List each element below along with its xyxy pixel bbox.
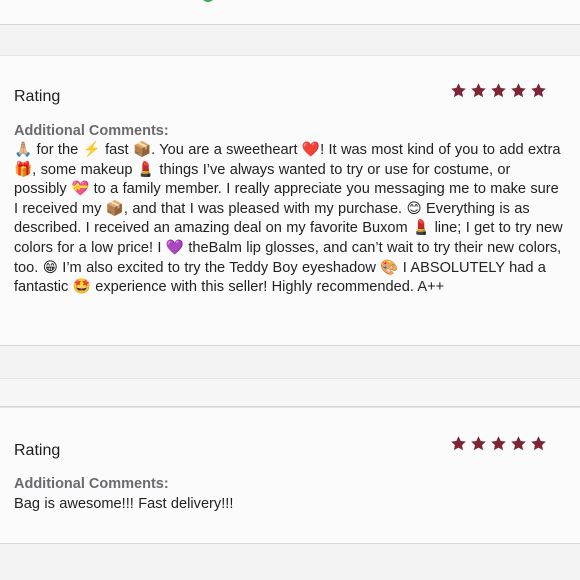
star-icon (510, 82, 527, 99)
star-icon (450, 82, 467, 99)
star-icon (450, 435, 467, 452)
comments-label: Additional Comments: (14, 123, 169, 139)
star-rating (450, 82, 547, 99)
star-icon (530, 82, 547, 99)
star-icon (490, 82, 507, 99)
review-card: Rating Additional Comments: 🙏🏼 for the ⚡… (0, 55, 580, 346)
comment-text: 🙏🏼 for the ⚡️ fast 📦. You are a sweethea… (14, 142, 563, 296)
rating-label: Rating (14, 442, 61, 459)
star-icon (530, 435, 547, 452)
star-icon (470, 82, 487, 99)
star-icon (490, 435, 507, 452)
comment-text: Bag is awesome!!! Fast delivery!!! (14, 496, 234, 512)
star-rating (450, 435, 547, 452)
status-dot-icon (201, 0, 215, 2)
comments-label: Additional Comments: (14, 476, 169, 492)
star-icon (470, 435, 487, 452)
star-icon (510, 435, 527, 452)
review-card: Rating Additional Comments: Bag is aweso… (0, 407, 580, 544)
section-divider (0, 378, 580, 407)
previous-review-card (0, 0, 580, 25)
rating-label: Rating (14, 88, 61, 105)
